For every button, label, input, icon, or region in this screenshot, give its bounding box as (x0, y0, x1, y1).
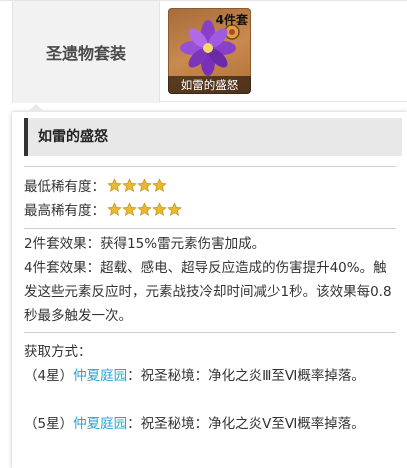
obtain-text: ：祝圣秘境：净化之炎Ⅲ至Ⅵ概率掉落。 (127, 368, 365, 384)
artifact-name: 如雷的盛怒 (168, 76, 251, 94)
info-table: 圣遗物套装 4件套 如雷的盛怒 (0, 0, 407, 103)
max-rarity-label: 最高稀有度： (24, 203, 105, 219)
star-icon (107, 177, 122, 192)
max-rarity: 最高稀有度： (24, 199, 182, 219)
star-icon (122, 177, 137, 192)
artifact-card[interactable]: 4件套 如雷的盛怒 (168, 8, 251, 94)
tooltip-panel: 如雷的盛怒 最低稀有度： 最高稀有度： 2件套效果：获得15%雷元素伤害加成。 … (12, 104, 407, 468)
four-piece-effect: 4件套效果：超载、感电、超导反应造成的伤害提升40%。触发这些元素反应时，元素战… (24, 260, 392, 324)
divider (24, 332, 396, 333)
star-icon (152, 177, 167, 192)
set-count-badge: 4件套 (215, 13, 248, 27)
row-label: 圣遗物套装 (12, 1, 160, 103)
obtain-label: 获取方式： (24, 344, 92, 360)
obtain-item: （5星）仲夏庭园：祝圣秘境：净化之炎Ⅴ至Ⅵ概率掉落。 (24, 412, 396, 436)
obtain-rarity: （5星） (24, 416, 74, 432)
two-piece-effect: 2件套效果：获得15%雷元素伤害加成。 (24, 236, 266, 252)
obtain-item: （4星）仲夏庭园：祝圣秘境：净化之炎Ⅲ至Ⅵ概率掉落。 (24, 364, 396, 388)
row-divider (159, 101, 407, 102)
max-rarity-stars (107, 201, 182, 217)
panel-title: 如雷的盛怒 (24, 118, 402, 156)
obtain-text: ：祝圣秘境：净化之炎Ⅴ至Ⅵ概率掉落。 (127, 416, 365, 432)
obtain-rarity: （4星） (24, 368, 74, 384)
star-icon (137, 201, 152, 216)
tooltip-pointer (28, 104, 44, 112)
divider (24, 166, 396, 167)
domain-link[interactable]: 仲夏庭园 (73, 416, 127, 432)
star-icon (152, 201, 167, 216)
min-rarity-stars (107, 177, 167, 193)
star-icon (107, 201, 122, 216)
star-icon (137, 177, 152, 192)
divider (24, 228, 396, 229)
star-icon (122, 201, 137, 216)
min-rarity: 最低稀有度： (24, 175, 167, 195)
min-rarity-label: 最低稀有度： (24, 179, 105, 195)
domain-link[interactable]: 仲夏庭园 (73, 368, 127, 384)
star-icon (167, 201, 182, 216)
